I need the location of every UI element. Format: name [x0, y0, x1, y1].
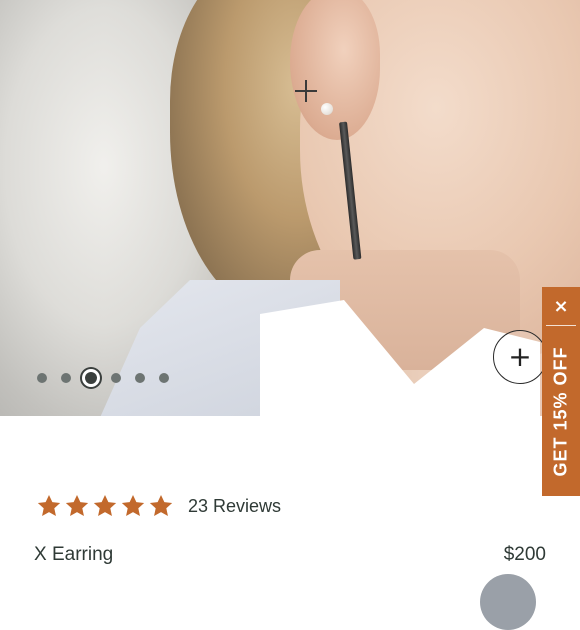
star-icon	[120, 493, 146, 519]
star-icon	[148, 493, 174, 519]
x-earring-stud	[295, 80, 317, 102]
product-price: $200	[503, 544, 546, 565]
carousel-dot-3-active[interactable]	[85, 372, 97, 384]
star-icon	[92, 493, 118, 519]
carousel-dot-1[interactable]	[37, 373, 47, 383]
plus-icon: +	[508, 340, 532, 373]
pearl-earring	[321, 103, 333, 115]
carousel-dot-5[interactable]	[135, 373, 145, 383]
discount-promo-tab[interactable]: × GET 15% OFF	[542, 287, 580, 496]
zoom-button[interactable]: +	[493, 330, 547, 384]
promo-label[interactable]: GET 15% OFF	[542, 327, 580, 496]
star-icon	[64, 493, 90, 519]
carousel-dot-4[interactable]	[111, 373, 121, 383]
close-icon[interactable]: ×	[542, 287, 580, 325]
star-rating	[36, 493, 176, 519]
carousel-dots	[30, 366, 176, 390]
carousel-dot-6[interactable]	[159, 373, 169, 383]
product-image-carousel[interactable]: +	[0, 0, 580, 416]
product-title: X Earring	[34, 544, 114, 565]
reviews-link[interactable]: 23 Reviews	[188, 496, 281, 517]
promo-divider	[546, 325, 576, 326]
carousel-dot-2[interactable]	[61, 373, 71, 383]
star-icon	[36, 493, 62, 519]
floating-button-partial[interactable]	[480, 574, 536, 630]
product-rating[interactable]: 23 Reviews	[36, 493, 281, 519]
